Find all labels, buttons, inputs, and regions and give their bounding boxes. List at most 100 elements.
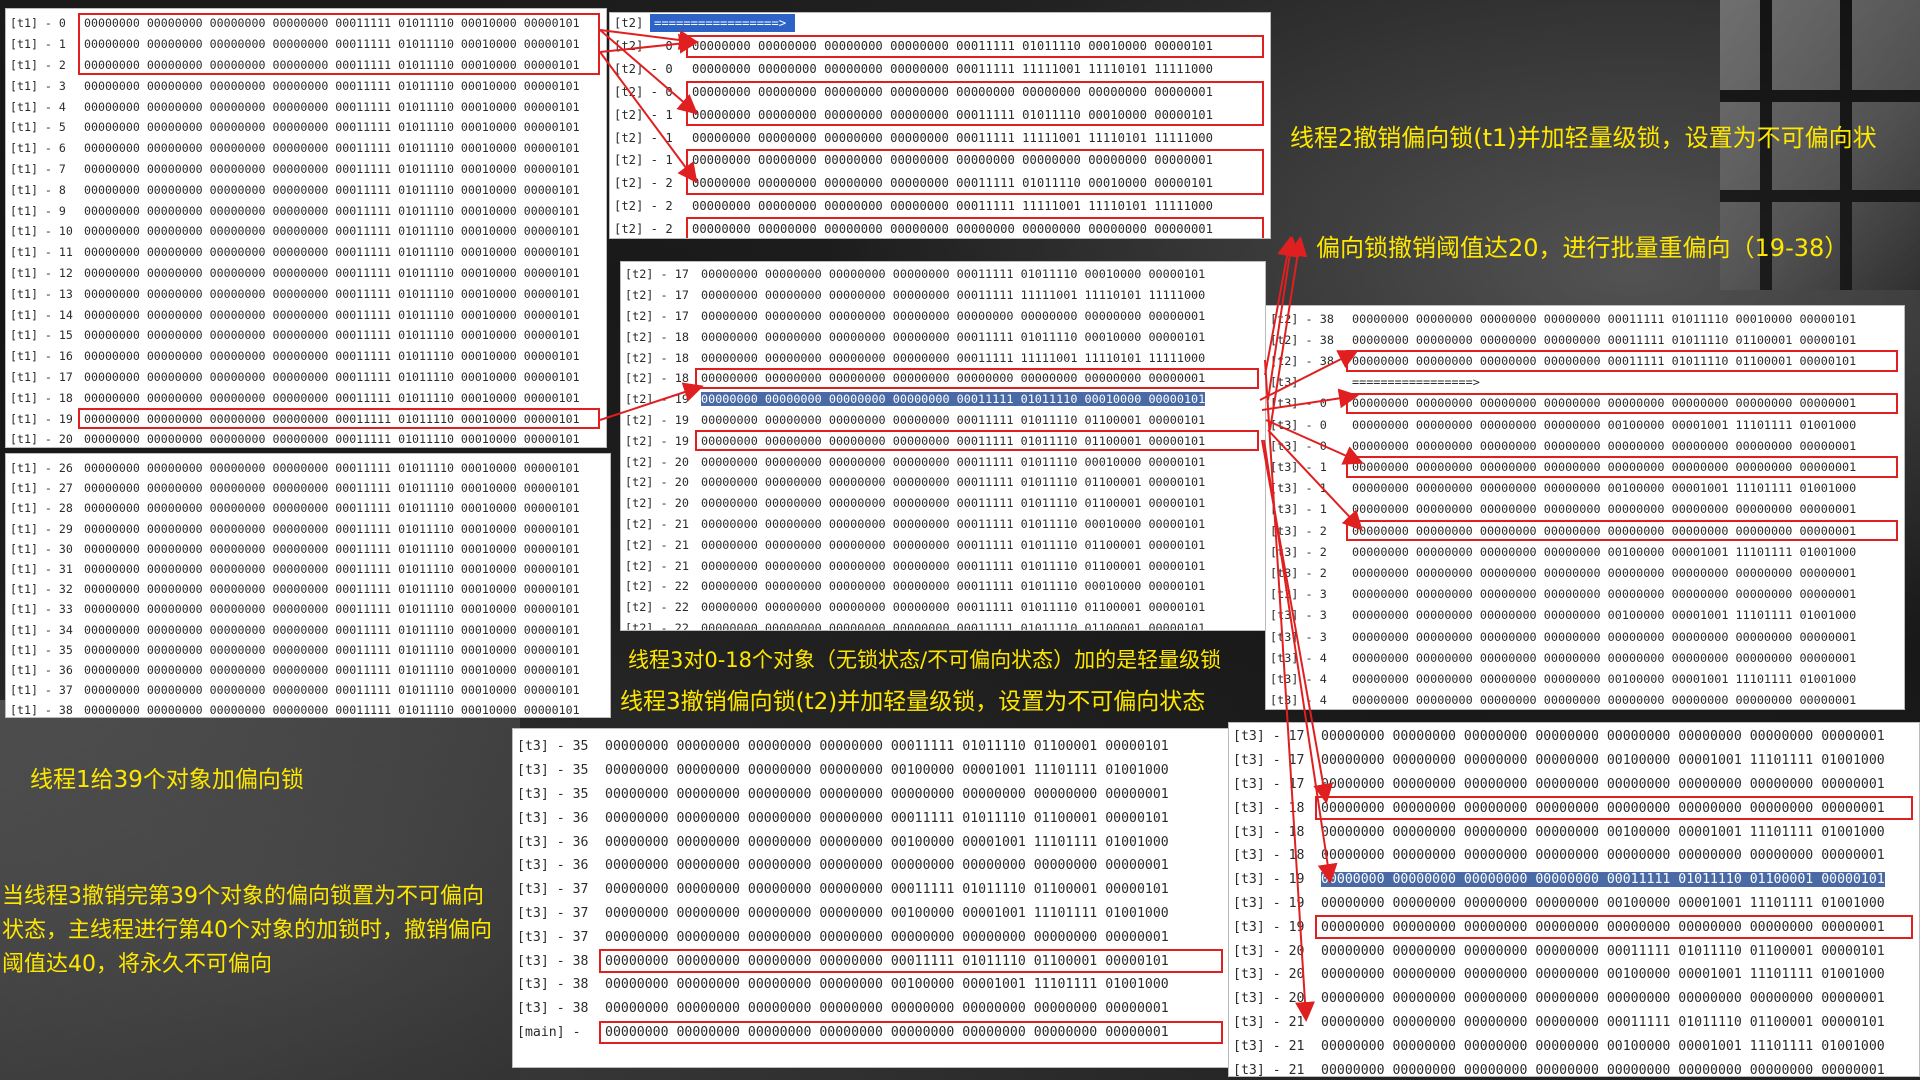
log-row-label: [t2] - 38 (1270, 332, 1334, 347)
log-row-label: [t1] - 13 (10, 286, 73, 301)
log-row-label: [t2] - 17 (625, 308, 689, 323)
log-row-value: 00000000 00000000 00000000 00000000 0001… (692, 39, 1213, 54)
thread-header: [t2] =================> (610, 13, 1270, 33)
log-row: [t2] - 2 00000000 00000000 00000000 00000… (610, 217, 1270, 238)
log-row-label: [t2] - 2 (614, 198, 673, 213)
log-row-value: 00000000 00000000 00000000 00000000 0001… (1352, 311, 1857, 326)
log-row-value: 00000000 00000000 00000000 00000000 0001… (605, 882, 1169, 898)
log-row-value: 00000000 00000000 00000000 00000000 0010… (1352, 481, 1857, 496)
log-row-label: [t3] - 4 (1270, 693, 1327, 708)
log-row-label: [t2] - 21 (625, 516, 689, 531)
log-row-value: 00000000 00000000 00000000 00000000 0000… (692, 221, 1213, 236)
log-row: [t3] - 19 00000000 00000000 00000000 0000… (1229, 915, 1919, 939)
log-row-label: [t2] - 0 (614, 84, 673, 99)
log-row: [t3] - 38 00000000 00000000 00000000 0000… (513, 949, 1229, 973)
log-row-label: [t3] - 2 (1270, 565, 1327, 580)
log-row-value: 00000000 00000000 00000000 00000000 0010… (1321, 1038, 1885, 1054)
log-row-label: [t3] - 36 (517, 834, 589, 850)
log-row-label: [t2] - 20 (625, 496, 689, 511)
log-row-value: 00000000 00000000 00000000 00000000 0001… (605, 810, 1169, 826)
thread-header-label: [t2] (614, 16, 644, 30)
log-row: [t1] - 6 00000000 00000000 00000000 00000… (6, 138, 606, 159)
log-row-label: [t3] - 36 (517, 810, 589, 826)
log-row-value: 00000000 00000000 00000000 00000000 0000… (605, 929, 1169, 945)
log-row: [t1] - 26 00000000 00000000 00000000 0000… (6, 458, 610, 478)
log-row: [t3] - 35 00000000 00000000 00000000 0000… (513, 783, 1229, 807)
log-row-label: [t1] - 4 (10, 99, 66, 114)
log-row: [t1] - 18 00000000 00000000 00000000 0000… (6, 387, 606, 408)
log-row-value: 00000000 00000000 00000000 00000000 0001… (84, 663, 580, 678)
log-row-value: 00000000 00000000 00000000 00000000 0001… (701, 516, 1206, 531)
log-row-value: 00000000 00000000 00000000 00000000 0001… (84, 182, 580, 197)
log-row-label: [t1] - 11 (10, 245, 73, 260)
log-row-value: 00000000 00000000 00000000 00000000 0000… (701, 308, 1206, 323)
log-row-value: 00000000 00000000 00000000 00000000 0001… (701, 600, 1206, 615)
log-row-label: [t2] - 18 (625, 371, 689, 386)
log-row-label: [t3] - 37 (517, 905, 589, 921)
log-row-label: [t1] - 10 (10, 224, 73, 239)
log-row-value: 00000000 00000000 00000000 00000000 0000… (1352, 438, 1857, 453)
log-row-value: 00000000 00000000 00000000 00000000 0001… (84, 245, 580, 260)
log-row-value: 00000000 00000000 00000000 00000000 0001… (84, 286, 580, 301)
log-row-label: [t2] - 1 (614, 130, 673, 145)
log-row-label: [t1] - 8 (10, 182, 66, 197)
log-row-value: 00000000 00000000 00000000 00000000 0000… (1352, 523, 1857, 538)
log-row: [t1] - 2 00000000 00000000 00000000 00000… (6, 55, 606, 76)
log-row: [t1] - 38 00000000 00000000 00000000 0000… (6, 700, 610, 717)
log-row: [t3] - 37 00000000 00000000 00000000 0000… (513, 878, 1229, 902)
log-row-label: [t1] - 19 (10, 411, 73, 426)
log-row: [t1] - 7 00000000 00000000 00000000 00000… (6, 159, 606, 180)
log-row: [t3] - 18 00000000 00000000 00000000 0000… (1229, 796, 1919, 820)
log-row-value: 00000000 00000000 00000000 00000000 0000… (605, 786, 1169, 802)
log-row: [t3] - 38 00000000 00000000 00000000 0000… (513, 973, 1229, 997)
log-row: [t2] - 17 00000000 00000000 00000000 0000… (621, 285, 1265, 306)
log-row: [t2] - 22 00000000 00000000 00000000 0000… (621, 576, 1265, 597)
log-row-value: 00000000 00000000 00000000 00000000 0000… (1321, 991, 1885, 1007)
log-row-value: =================> (1352, 375, 1480, 390)
log-row-label: [t3] - 19 (1233, 895, 1305, 911)
log-row-value: 00000000 00000000 00000000 00000000 0000… (1352, 587, 1857, 602)
log-row: [t2] - 18 00000000 00000000 00000000 0000… (621, 368, 1265, 389)
log-row-label: [t3] - 0 (1270, 396, 1327, 411)
log-row-label: [t3] - 37 (517, 929, 589, 945)
log-row: [t2] - 2 00000000 00000000 00000000 00000… (610, 195, 1270, 218)
log-row-value: 00000000 00000000 00000000 00000000 0001… (692, 130, 1213, 145)
log-row-label: [t2] - 2 (614, 176, 673, 191)
log-row-label: [t1] - 32 (10, 582, 73, 597)
log-row-value: 00000000 00000000 00000000 00000000 0001… (84, 683, 580, 698)
log-row: [t3] - 2 00000000 00000000 00000000 00000… (1266, 541, 1904, 562)
log-row-label: [t1] - 30 (10, 541, 73, 556)
log-row-value: 00000000 00000000 00000000 00000000 0001… (692, 176, 1213, 191)
log-row: [t2] - 21 00000000 00000000 00000000 0000… (621, 514, 1265, 535)
log-row-value: 00000000 00000000 00000000 00000000 0001… (84, 37, 580, 52)
log-row-label: [t2] - 18 (625, 329, 689, 344)
log-row: [t3] - 4 00000000 00000000 00000000 00000… (1266, 647, 1904, 668)
log-row-value: 00000000 00000000 00000000 00000000 0001… (692, 198, 1213, 213)
log-row-value: 00000000 00000000 00000000 00000000 0000… (1352, 396, 1857, 411)
log-row-label: [t1] - 17 (10, 369, 73, 384)
log-row: [t1] - 29 00000000 00000000 00000000 0000… (6, 519, 610, 539)
log-row-label: [t2] - 20 (625, 475, 689, 490)
log-row-label: [main] - (517, 1024, 581, 1040)
log-row-label: [t3] - 35 (517, 739, 589, 755)
caption-t3-light: 线程3对0-18个对象（无锁状态/不可偏向状态）加的是轻量级锁 (628, 648, 1222, 672)
log-row: [t1] - 12 00000000 00000000 00000000 0000… (6, 263, 606, 284)
log-row-value: 00000000 00000000 00000000 00000000 0000… (605, 1001, 1169, 1017)
log-row: [t3] - 17 00000000 00000000 00000000 0000… (1229, 725, 1919, 749)
log-row-value: 00000000 00000000 00000000 00000000 0001… (84, 582, 580, 597)
log-row-value: 00000000 00000000 00000000 00000000 0010… (1321, 967, 1885, 983)
log-row: [t2] - 17 00000000 00000000 00000000 0000… (621, 264, 1265, 285)
log-row-value: 00000000 00000000 00000000 00000000 0001… (1321, 1014, 1885, 1030)
log-row: [t3] - 17 00000000 00000000 00000000 0000… (1229, 749, 1919, 773)
log-row-label: [t1] - 5 (10, 120, 66, 135)
log-row-label: [t3] - 38 (517, 1001, 589, 1017)
log-row-label: [t1] - 20 (10, 432, 73, 447)
log-row: [t1] - 3 00000000 00000000 00000000 00000… (6, 75, 606, 96)
log-row-value: 00000000 00000000 00000000 00000000 0001… (84, 369, 580, 384)
log-row: [t2] - 0 00000000 00000000 00000000 00000… (610, 58, 1270, 81)
log-row: [t3] - 20 00000000 00000000 00000000 0000… (1229, 939, 1919, 963)
log-row: [t2] - 20 00000000 00000000 00000000 0000… (621, 493, 1265, 514)
log-row-label: [t3] - 1 (1270, 459, 1327, 474)
log-row-label: [t1] - 12 (10, 265, 73, 280)
log-row-value: 00000000 00000000 00000000 00000000 0001… (84, 307, 580, 322)
